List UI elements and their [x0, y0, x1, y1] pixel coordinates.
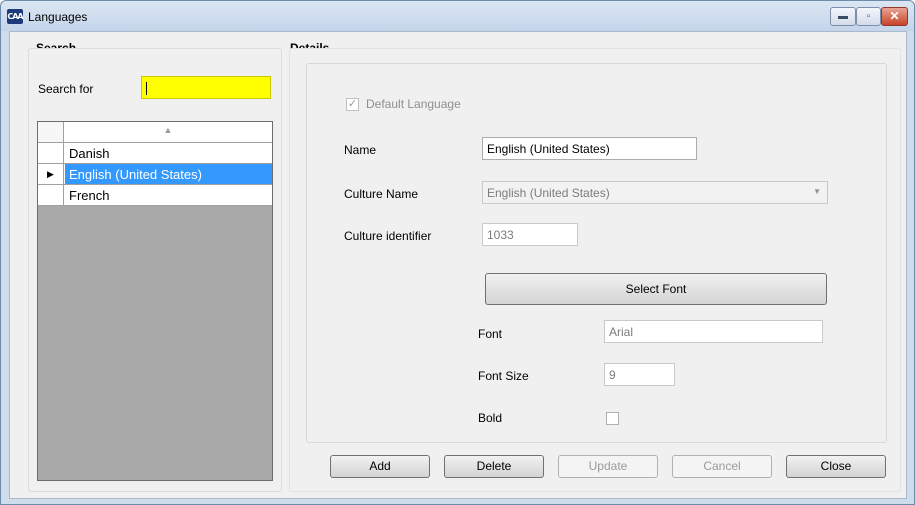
sort-ascending-icon[interactable]: ▲ — [64, 125, 272, 135]
font-size-label: Font Size — [478, 369, 529, 383]
font-field[interactable]: Arial — [604, 320, 823, 343]
client-area: Search Search for ▲ Danish ▶ English (Un… — [9, 31, 907, 499]
delete-button[interactable]: Delete — [444, 455, 544, 478]
languages-window: CAA Languages ▬ ▫ ✕ Search Search for ▲ … — [0, 0, 915, 505]
search-label: Search for — [38, 82, 94, 96]
maximize-icon: ▫ — [866, 11, 871, 22]
culture-name-select[interactable]: English (United States) ▼ — [482, 181, 828, 204]
text-cursor — [146, 82, 147, 96]
row-header[interactable] — [38, 143, 64, 163]
close-icon: ✕ — [889, 9, 900, 23]
name-label: Name — [344, 143, 377, 157]
culture-id-field[interactable]: 1033 — [482, 223, 578, 246]
culture-name-label: Culture Name — [344, 187, 419, 201]
details-panel — [306, 63, 887, 443]
minimize-button[interactable]: ▬ — [830, 7, 856, 26]
cancel-button[interactable]: Cancel — [672, 455, 772, 478]
app-logo-icon: CAA — [7, 9, 24, 24]
grid-header[interactable]: ▲ — [38, 122, 272, 143]
select-font-button[interactable]: Select Font — [485, 273, 827, 305]
name-field[interactable]: English (United States) — [482, 137, 697, 160]
search-input[interactable] — [141, 76, 271, 99]
update-button[interactable]: Update — [558, 455, 658, 478]
font-size-field[interactable]: 9 — [604, 363, 675, 386]
close-window-button[interactable]: ✕ — [881, 7, 908, 26]
default-language-checkbox[interactable]: ✓ — [346, 98, 359, 111]
row-header[interactable] — [38, 185, 64, 205]
default-language-label: Default Language — [366, 97, 461, 111]
close-button[interactable]: Close — [786, 455, 886, 478]
bold-label: Bold — [478, 411, 503, 425]
table-row[interactable]: Danish — [38, 143, 272, 164]
table-row-selected[interactable]: ▶ English (United States) — [38, 164, 272, 185]
grid-corner — [38, 122, 64, 142]
language-cell[interactable]: French — [69, 188, 109, 203]
window-title: Languages — [28, 10, 88, 24]
languages-grid[interactable]: ▲ Danish ▶ English (United States) Frenc… — [37, 121, 273, 481]
font-label: Font — [478, 327, 503, 341]
maximize-button[interactable]: ▫ — [856, 7, 881, 26]
row-indicator-icon[interactable]: ▶ — [38, 164, 64, 184]
table-row[interactable]: French — [38, 185, 272, 206]
chevron-down-icon: ▼ — [813, 187, 821, 196]
culture-id-label: Culture identifier — [344, 229, 432, 243]
minimize-icon: ▬ — [838, 11, 848, 22]
language-cell[interactable]: English (United States) — [69, 167, 202, 182]
bold-checkbox[interactable] — [606, 412, 619, 425]
title-bar[interactable]: CAA Languages ▬ ▫ ✕ — [1, 1, 914, 31]
language-cell[interactable]: Danish — [69, 146, 109, 161]
add-button[interactable]: Add — [330, 455, 430, 478]
